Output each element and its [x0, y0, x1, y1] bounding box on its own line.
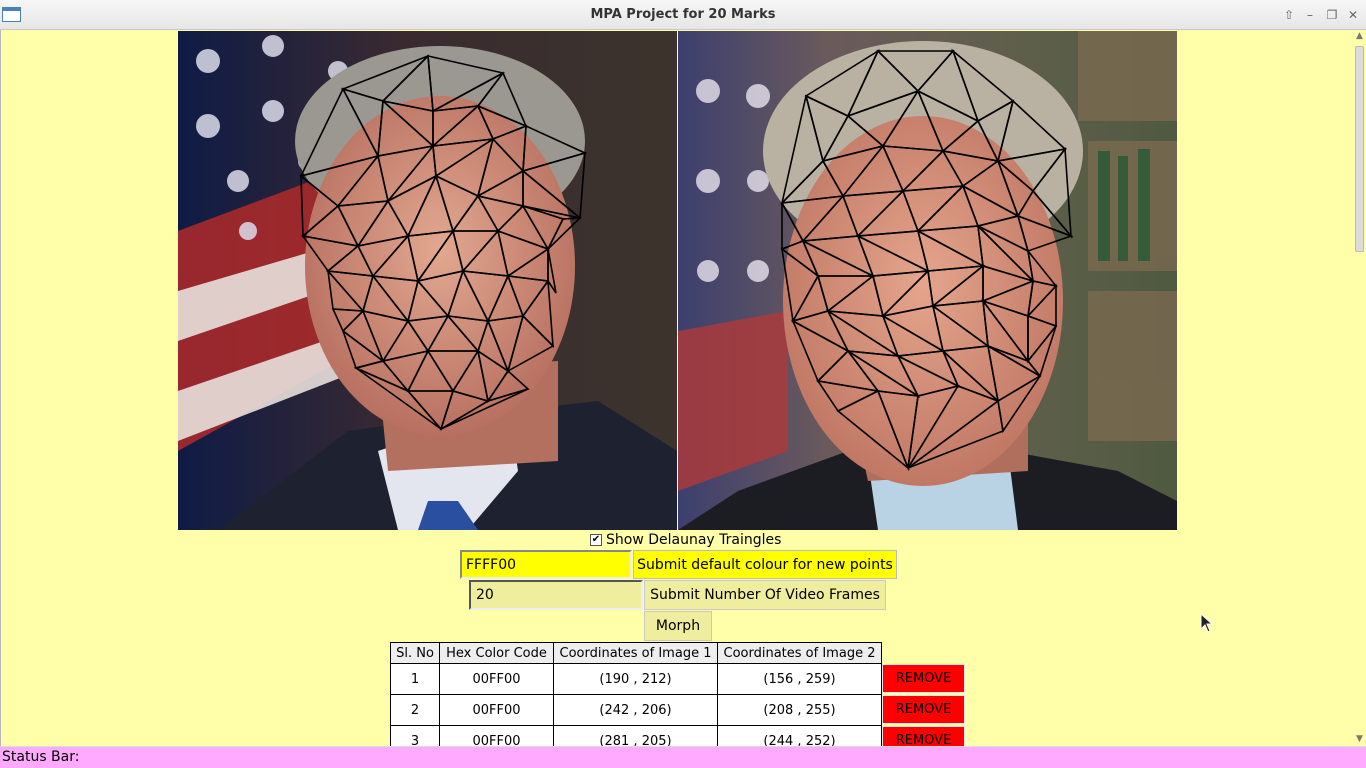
header-coords-image1: Coordinates of Image 1	[553, 642, 718, 664]
vertical-scrollbar[interactable]: ▲ ▼	[1353, 30, 1366, 746]
morph-button[interactable]: Morph	[644, 611, 712, 641]
table-header-row: Sl. No Hex Color Code Coordinates of Ima…	[390, 642, 882, 664]
scrollbar-thumb[interactable]	[1355, 46, 1364, 252]
remove-point-button[interactable]: REMOVE	[882, 695, 965, 724]
image2-canvas[interactable]	[678, 31, 1177, 530]
table-row: 3 00FF00 (281 , 205) (244 , 252)	[390, 725, 882, 746]
row-coords-image1: (281 , 205)	[553, 725, 718, 746]
status-bar: Status Bar:	[0, 746, 1366, 768]
row-coords-image2: (156 , 259)	[717, 663, 882, 695]
row-sl-no: 2	[390, 694, 440, 726]
row-coords-image2: (208 , 255)	[717, 694, 882, 726]
row-coords-image1: (190 , 212)	[553, 663, 718, 695]
table-row: 2 00FF00 (242 , 206) (208 , 255)	[390, 694, 882, 726]
scroll-up-arrow-icon[interactable]: ▲	[1354, 30, 1365, 42]
row-hex-color: 00FF00	[439, 694, 554, 726]
scroll-down-arrow-icon[interactable]: ▼	[1354, 733, 1365, 745]
row-sl-no: 3	[390, 725, 440, 746]
title-bar: MPA Project for 20 Marks ⇧ – ❐ ✕	[0, 0, 1366, 30]
row-coords-image2: (244 , 252)	[717, 725, 882, 746]
image1-panel[interactable]	[178, 31, 677, 530]
mouse-pointer-icon	[1200, 613, 1214, 633]
remove-point-button[interactable]: REMOVE	[882, 664, 965, 693]
default-colour-input[interactable]	[460, 550, 632, 579]
table-row: 1 00FF00 (190 , 212) (156 , 259)	[390, 663, 882, 695]
checkbox-icon[interactable]: ✔	[590, 534, 602, 546]
image2-panel[interactable]	[678, 31, 1177, 530]
shade-up-icon[interactable]: ⇧	[1279, 6, 1299, 24]
header-coords-image2: Coordinates of Image 2	[717, 642, 882, 664]
remove-point-button[interactable]: REMOVE	[882, 726, 965, 746]
show-triangles-label: Show Delaunay Traingles	[606, 532, 782, 548]
close-icon[interactable]: ✕	[1343, 6, 1363, 24]
row-sl-no: 1	[390, 663, 440, 695]
row-coords-image1: (242 , 206)	[553, 694, 718, 726]
submit-colour-button[interactable]: Submit default colour for new points	[633, 550, 897, 579]
show-triangles-toggle[interactable]: ✔ Show Delaunay Traingles	[590, 531, 781, 549]
header-sl-no: Sl. No	[390, 642, 440, 664]
minimize-icon[interactable]: –	[1300, 6, 1320, 24]
row-hex-color: 00FF00	[439, 725, 554, 746]
maximize-icon[interactable]: ❐	[1322, 6, 1342, 24]
main-content: ✔ Show Delaunay Traingles Submit default…	[0, 30, 1366, 746]
window-title: MPA Project for 20 Marks	[590, 7, 776, 22]
video-frames-input[interactable]	[469, 580, 643, 610]
control-points-table: Sl. No Hex Color Code Coordinates of Ima…	[390, 642, 882, 746]
header-hex-color: Hex Color Code	[439, 642, 554, 664]
submit-frames-button[interactable]: Submit Number Of Video Frames	[644, 580, 886, 610]
image1-canvas[interactable]	[178, 31, 677, 530]
row-hex-color: 00FF00	[439, 663, 554, 695]
